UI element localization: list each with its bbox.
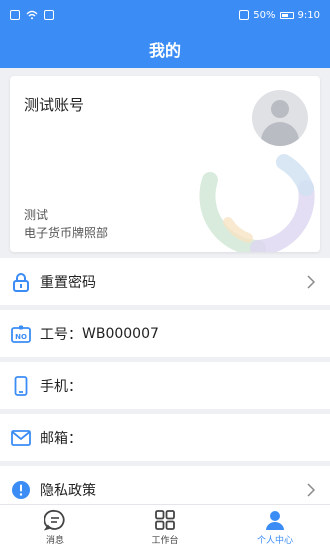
- vibrate-icon: [239, 10, 250, 20]
- email-item: 邮箱：: [0, 414, 330, 461]
- avatar[interactable]: [252, 90, 308, 146]
- lock-icon: [10, 271, 32, 293]
- svg-text:NO: NO: [15, 333, 27, 341]
- email-label: 邮箱：: [40, 430, 82, 447]
- reset-password-item[interactable]: 重置密码: [0, 258, 330, 305]
- tab-profile[interactable]: 个人中心: [220, 505, 330, 550]
- account-name: 测试账号: [24, 96, 85, 114]
- id-badge-icon: NO: [10, 323, 32, 345]
- employee-id-item: NO 工号： WB000007: [0, 310, 330, 357]
- tab-messages-label: 消息: [45, 536, 64, 546]
- message-icon: [44, 509, 65, 531]
- department-label: 电子货币牌照部: [24, 226, 109, 240]
- chevron-right-icon: [302, 481, 320, 499]
- profile-card: 测试账号 测试 电子货币牌照部: [10, 76, 320, 252]
- tab-profile-label: 个人中心: [256, 536, 293, 546]
- page-header: 我的: [0, 30, 330, 68]
- chevron-right-icon: [302, 273, 320, 291]
- settings-list: 重置密码 NO 工号： WB000007 手机： 邮箱： 隐私政策: [0, 258, 330, 518]
- phone-item: 手机：: [0, 362, 330, 409]
- mail-icon: [10, 427, 32, 449]
- tab-workbench-label: 工作台: [151, 536, 179, 546]
- tab-workbench[interactable]: 工作台: [110, 505, 220, 550]
- clock: 9:10: [297, 9, 320, 21]
- role-label: 测试: [24, 208, 49, 222]
- phone-label: 手机：: [40, 378, 82, 395]
- bottom-tab-bar: 消息 工作台 个人中心: [0, 504, 330, 550]
- decorative-ring-graphic: [199, 154, 315, 252]
- sim-icon: [10, 10, 20, 20]
- app-notification-icon: [44, 10, 54, 20]
- tab-messages[interactable]: 消息: [0, 505, 110, 550]
- wifi-icon: [26, 10, 38, 20]
- employee-id-value: WB000007: [82, 325, 159, 342]
- battery-percent: 50%: [253, 9, 276, 21]
- phone-icon: [10, 375, 32, 397]
- employee-id-label: 工号：: [40, 326, 82, 343]
- privacy-policy-label: 隐私政策: [40, 482, 96, 499]
- person-icon: [266, 511, 284, 530]
- status-bar: 50% 9:10: [0, 0, 330, 30]
- grid-icon: [155, 510, 175, 530]
- info-icon: [10, 479, 32, 501]
- battery-icon: [279, 11, 294, 19]
- page-title: 我的: [148, 41, 181, 60]
- reset-password-label: 重置密码: [40, 274, 96, 291]
